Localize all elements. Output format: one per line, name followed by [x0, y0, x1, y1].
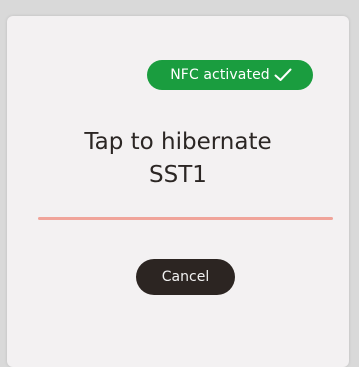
title-line-1: Tap to hibernate — [84, 129, 272, 155]
check-icon — [274, 68, 292, 82]
divider — [38, 217, 333, 220]
title-line-2: SST1 — [149, 162, 207, 188]
nfc-status-label: NFC activated — [170, 67, 270, 83]
nfc-hibernate-dialog: NFC activated Tap to hibernate SST1 Canc… — [7, 16, 349, 367]
dialog-title: Tap to hibernate SST1 — [7, 126, 349, 192]
nfc-status-badge: NFC activated — [147, 60, 313, 90]
cancel-button[interactable]: Cancel — [136, 259, 235, 295]
